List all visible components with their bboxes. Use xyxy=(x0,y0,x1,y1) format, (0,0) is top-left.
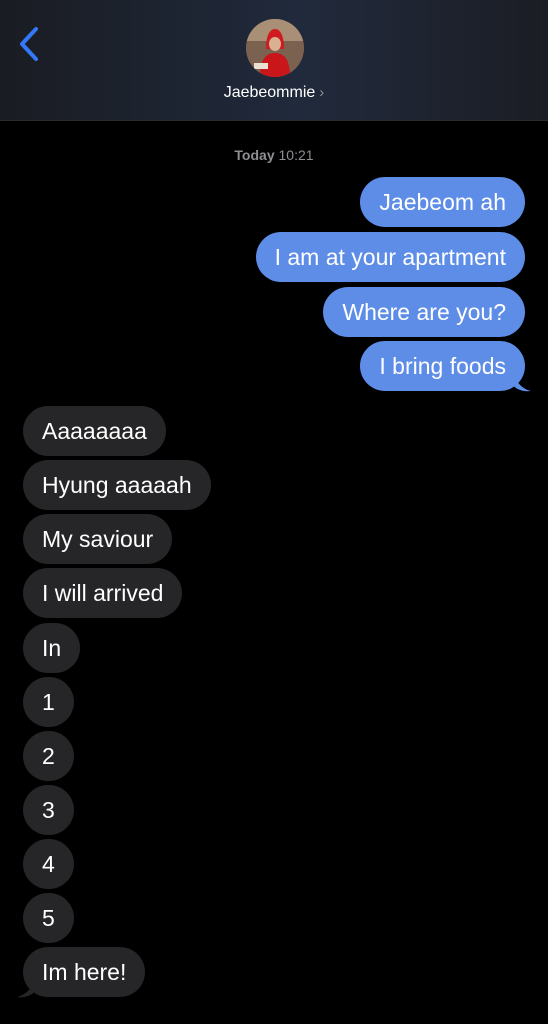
received-message[interactable]: Hyung aaaaah xyxy=(23,460,211,510)
received-message[interactable]: 3 xyxy=(23,785,74,835)
received-message[interactable]: In xyxy=(23,623,81,673)
back-button[interactable] xyxy=(12,22,46,66)
conversation-header: Jaebeommie › xyxy=(0,0,548,121)
avatar[interactable] xyxy=(246,19,304,77)
timestamp-day: Today xyxy=(234,147,275,163)
received-bubble-tail xyxy=(17,978,36,998)
sent-bubble-tail xyxy=(512,372,531,392)
timestamp-time: 10:21 xyxy=(278,147,314,163)
received-message[interactable]: I will arrived xyxy=(23,568,183,618)
received-message[interactable]: 1 xyxy=(23,677,74,727)
avatar-image xyxy=(246,19,304,77)
sent-message[interactable]: I am at your apartment xyxy=(255,232,525,282)
contact-name-button[interactable]: Jaebeommie › xyxy=(0,84,548,102)
received-message[interactable]: 4 xyxy=(23,839,74,889)
message-timestamp: Today 10:21 xyxy=(0,147,548,163)
received-message[interactable]: Im here! xyxy=(23,947,146,997)
received-message[interactable]: My saviour xyxy=(23,514,173,564)
chevron-right-icon: › xyxy=(319,84,325,101)
received-message[interactable]: Aaaaaaaa xyxy=(23,406,166,456)
sent-message[interactable]: Jaebeom ah xyxy=(360,177,525,227)
chevron-left-icon xyxy=(20,27,38,61)
contact-name: Jaebeommie xyxy=(223,84,316,101)
received-message[interactable]: 5 xyxy=(23,893,74,943)
sent-message[interactable]: Where are you? xyxy=(323,287,525,337)
received-message[interactable]: 2 xyxy=(23,731,74,781)
sent-message[interactable]: I bring foods xyxy=(360,341,525,391)
